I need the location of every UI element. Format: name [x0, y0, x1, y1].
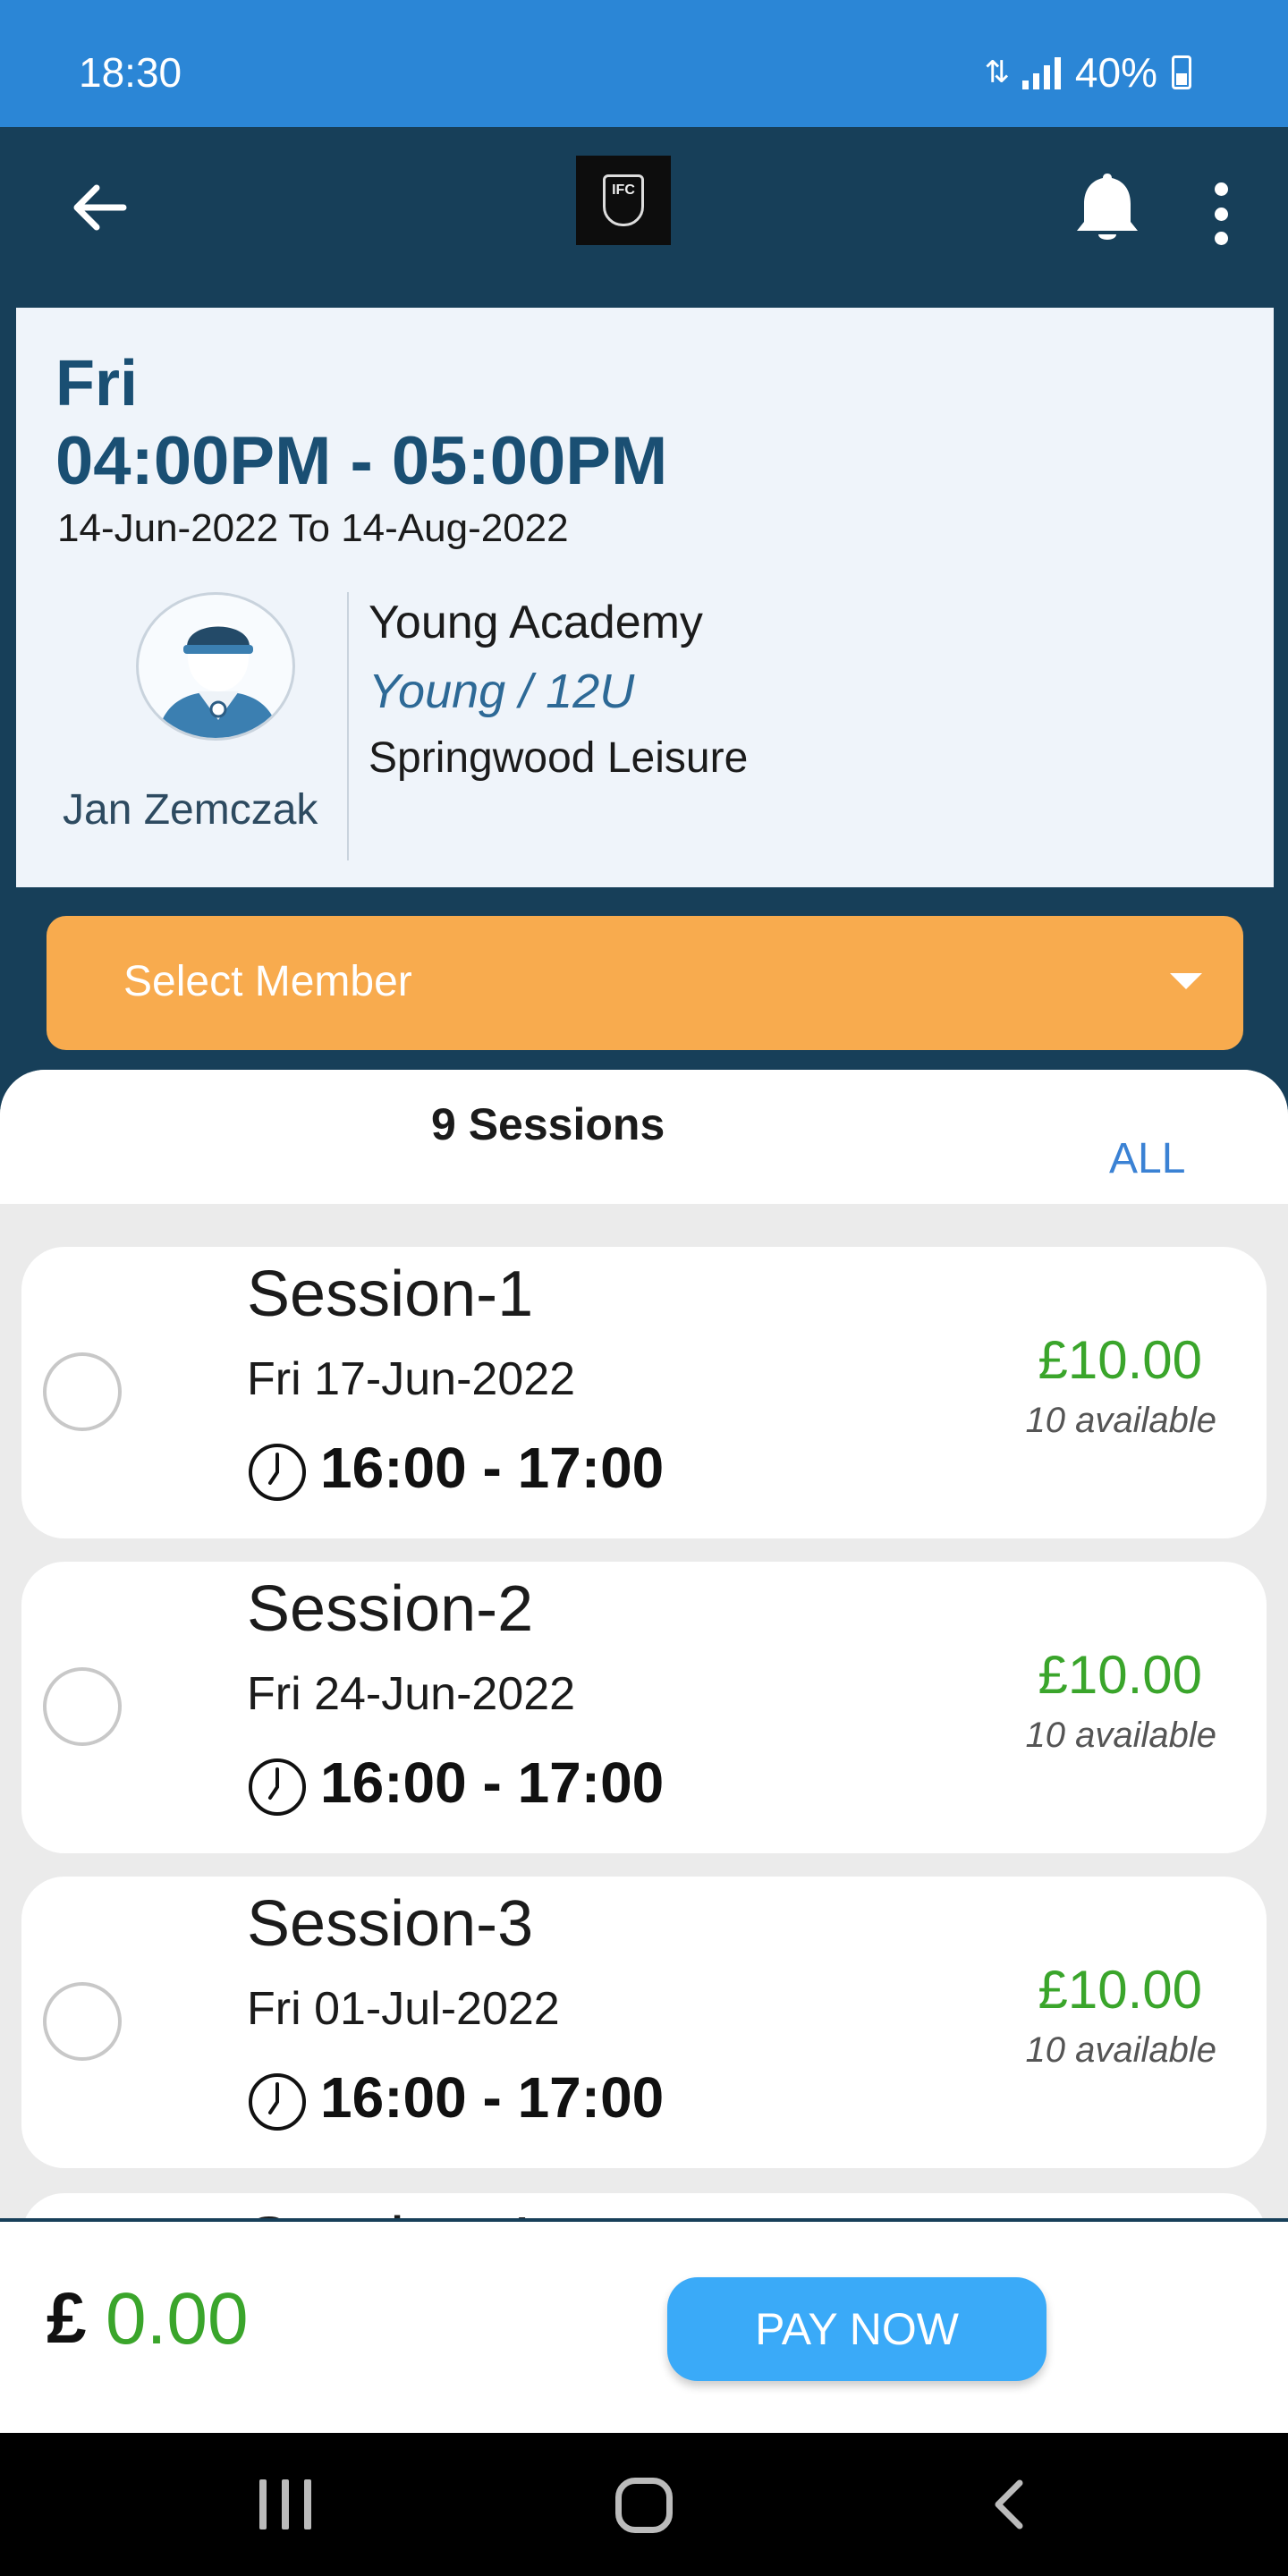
sessions-sheet: 9 Sessions ALL Session-1 Fri 17-Jun-2022…	[0, 1070, 1288, 2218]
club-logo-badge: IFC	[603, 174, 644, 226]
select-member-dropdown[interactable]: Select Member	[47, 916, 1243, 1050]
class-day: Fri	[55, 348, 139, 419]
clock-icon	[249, 1444, 306, 1501]
session-radio[interactable]	[43, 1667, 122, 1746]
age-group: Young / 12U	[369, 665, 635, 718]
clock-icon	[249, 2073, 306, 2131]
session-price: £10.00	[1038, 1960, 1202, 2020]
coach-name: Jan Zemczak	[63, 786, 318, 834]
signal-icon	[1021, 55, 1061, 89]
club-logo: IFC	[576, 156, 671, 245]
program-name: Young Academy	[369, 597, 703, 648]
battery-percent: 40%	[1074, 49, 1157, 96]
status-time: 18:30	[79, 49, 182, 96]
session-time: 16:00 - 17:00	[320, 2065, 665, 2130]
bell-icon[interactable]	[1073, 170, 1141, 247]
session-date: Fri 17-Jun-2022	[247, 1353, 576, 1405]
home-icon[interactable]	[615, 2478, 673, 2533]
session-price: £10.00	[1038, 1330, 1202, 1390]
system-back-icon[interactable]	[984, 2478, 1038, 2531]
status-bar: 18:30 ⇅ 40%	[0, 0, 1288, 127]
app-bar: IFC	[0, 127, 1288, 295]
data-transfer-icon: ⇅	[984, 55, 1009, 89]
chevron-down-icon	[1170, 973, 1202, 989]
session-time: 16:00 - 17:00	[320, 1750, 665, 1815]
session-date: Fri 24-Jun-2022	[247, 1668, 576, 1720]
coach-avatar-icon	[157, 623, 280, 738]
status-indicators: ⇅ 40%	[984, 48, 1191, 97]
session-radio[interactable]	[43, 1352, 122, 1431]
session-date: Fri 01-Jul-2022	[247, 1983, 560, 2035]
coach-avatar	[136, 592, 295, 741]
class-info-card: Fri 04:00PM - 05:00PM 14-Jun-2022 To 14-…	[16, 308, 1274, 887]
session-radio[interactable]	[43, 1982, 122, 2061]
total-amount: 0.00	[106, 2278, 249, 2360]
session-card[interactable]: Session-3 Fri 01-Jul-2022 16:00 - 17:00 …	[21, 1877, 1267, 2168]
info-divider	[347, 592, 349, 860]
class-time-range: 04:00PM - 05:00PM	[55, 423, 668, 499]
select-all-link[interactable]: ALL	[1109, 1134, 1185, 1183]
back-arrow-icon[interactable]	[64, 172, 136, 243]
recents-icon[interactable]	[259, 2479, 311, 2529]
session-time: 16:00 - 17:00	[320, 1436, 665, 1500]
sessions-header: 9 Sessions ALL	[0, 1070, 1288, 1204]
session-availability: 10 available	[1025, 2030, 1217, 2070]
session-card-partial[interactable]: Session-4	[21, 2193, 1267, 2218]
more-options-icon[interactable]	[1208, 182, 1234, 245]
payment-bar: £ 0.00 PAY NOW	[0, 2222, 1288, 2433]
pay-now-button[interactable]: PAY NOW	[667, 2277, 1046, 2381]
class-date-range: 14-Jun-2022 To 14-Aug-2022	[57, 506, 569, 550]
session-card[interactable]: Session-2 Fri 24-Jun-2022 16:00 - 17:00 …	[21, 1562, 1267, 1853]
session-availability: 10 available	[1025, 1716, 1217, 1755]
clock-icon	[249, 1758, 306, 1816]
session-title: Session-2	[247, 1573, 534, 1645]
venue-name: Springwood Leisure	[369, 734, 749, 782]
battery-icon	[1172, 55, 1191, 89]
session-availability: 10 available	[1025, 1401, 1217, 1440]
system-nav-bar	[0, 2433, 1288, 2576]
session-title: Session-1	[247, 1258, 534, 1330]
session-title: Session-3	[247, 1888, 534, 1960]
session-price: £10.00	[1038, 1645, 1202, 1705]
session-card[interactable]: Session-1 Fri 17-Jun-2022 16:00 - 17:00 …	[21, 1247, 1267, 1538]
sessions-count: 9 Sessions	[431, 1099, 665, 1149]
select-member-label: Select Member	[123, 958, 412, 1005]
session-title: Session-4	[247, 2204, 533, 2218]
currency-symbol: £	[47, 2278, 87, 2358]
